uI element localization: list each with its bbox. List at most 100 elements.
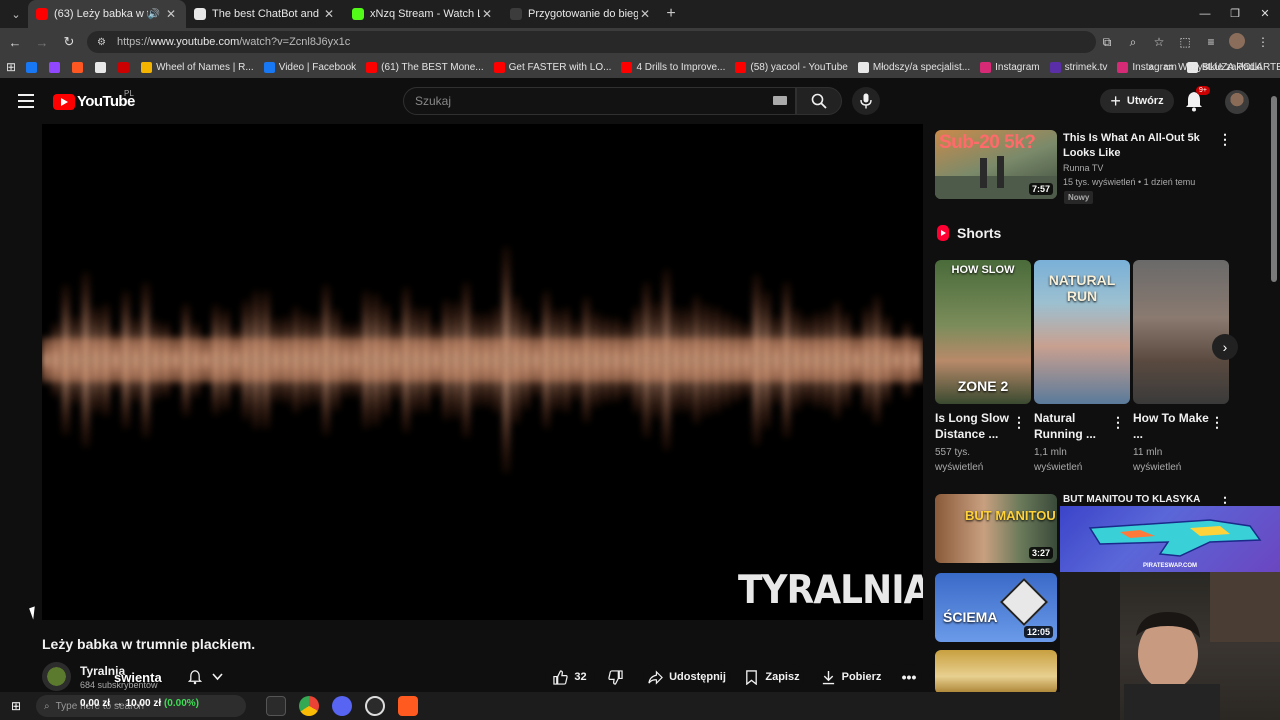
bookmark-star-icon[interactable]: ☆ <box>1148 35 1170 49</box>
bookmark-item[interactable] <box>49 61 64 73</box>
search-input[interactable]: Szukaj <box>403 87 796 115</box>
short-thumbnail[interactable] <box>1133 260 1229 404</box>
tab-close-icon[interactable]: ✕ <box>480 7 494 21</box>
zoom-icon[interactable]: ⌕ <box>1122 35 1144 50</box>
recommendation-title[interactable]: This Is What An All-Out 5k Looks Like <box>1063 131 1213 161</box>
bookmark-item[interactable]: Młodszy/a specjalist... <box>857 61 970 73</box>
download-button[interactable]: Pobierz <box>817 664 885 690</box>
back-icon[interactable]: ← <box>3 30 27 54</box>
bookmark-item[interactable]: Wheel of Names | R... <box>141 61 254 73</box>
channel-watermark: TYRALNIA <box>738 568 923 613</box>
install-icon[interactable]: ⧉ <box>1096 35 1118 50</box>
dislike-button[interactable] <box>600 664 630 690</box>
address-bar[interactable]: ⚙ https://www.youtube.com/watch?v=Zcnl8J… <box>86 31 1097 53</box>
reload-icon[interactable]: ↻ <box>57 30 81 54</box>
bookmark-item[interactable]: 4 Drills to Improve... <box>621 61 725 73</box>
create-button[interactable]: + Utwórz <box>1100 89 1174 113</box>
browser-menu-icon[interactable]: ⋮ <box>1252 35 1274 49</box>
youtube-logo[interactable]: YouTube PL <box>53 89 135 110</box>
tab-search-button[interactable]: ⌄ <box>4 3 28 25</box>
profile-icon[interactable] <box>1226 32 1248 52</box>
short-title[interactable]: How To Make ... <box>1133 410 1213 442</box>
bookmark-item[interactable] <box>72 61 87 73</box>
keyboard-icon[interactable] <box>773 96 787 105</box>
bookmark-label: Instagram <box>995 61 1040 73</box>
sponsor-banner[interactable]: PIRATESWAP.COM <box>1060 506 1280 572</box>
restore-icon[interactable]: ❐ <box>1220 0 1250 28</box>
bookmark-favicon-icon <box>26 61 38 73</box>
recommendation-thumbnail[interactable]: ŚCIEMA 12:05 <box>935 573 1057 642</box>
bookmark-item[interactable]: strimek.tv <box>1049 61 1108 73</box>
all-bookmarks-folder[interactable]: ▭ Wszystkie zakładki <box>1164 62 1262 73</box>
recommendation-channel[interactable]: Runna TV <box>1063 163 1103 173</box>
subscription-bell-button[interactable] <box>180 664 230 690</box>
bookmark-label: Get FASTER with LO... <box>508 61 612 73</box>
bookmark-item[interactable]: (61) The BEST Mone... <box>366 61 484 73</box>
more-vertical-icon[interactable]: ⋮ <box>1012 414 1026 431</box>
windows-start-icon[interactable]: ⊞ <box>0 699 32 713</box>
browser-tab[interactable]: Przygotowanie do biegu ✕ <box>502 0 660 28</box>
more-actions-button[interactable]: ••• <box>896 664 922 690</box>
obs-app-icon[interactable] <box>365 696 385 716</box>
thumbnail-overlay-text: Sub-20 5k? <box>939 132 1036 153</box>
search-button[interactable] <box>796 87 842 115</box>
bookmark-item[interactable]: Instagram <box>980 61 1040 73</box>
chrome-app-icon[interactable] <box>299 696 319 716</box>
like-button[interactable]: 32 <box>545 664 595 690</box>
video-duration: 12:05 <box>1023 626 1053 638</box>
ticker-value-2: 10,00 zł <box>125 698 162 709</box>
bookmark-favicon-icon <box>263 61 275 73</box>
menu-icon[interactable] <box>18 94 34 108</box>
browser-tab[interactable]: (63) Leży babka w trumnie🔊 ✕ <box>28 0 186 28</box>
terminal-app-icon[interactable] <box>266 696 286 716</box>
recommendation-title[interactable]: BUT MANITOU TO KLASYKA <box>1063 494 1200 505</box>
tab-close-icon[interactable]: ✕ <box>164 7 178 21</box>
short-title[interactable]: Is Long Slow Distance ... <box>935 410 1015 442</box>
share-button[interactable]: Udostępnij <box>643 664 731 690</box>
more-vertical-icon[interactable]: ⋮ <box>1218 131 1232 148</box>
taskbar-search[interactable]: ⌕ Type here to search 0,00 zł → 10,00 zł… <box>36 695 246 717</box>
short-thumbnail[interactable]: HOW SLOW ZONE 2 <box>935 260 1031 404</box>
tab-close-icon[interactable]: ✕ <box>638 7 652 21</box>
close-window-icon[interactable]: ✕ <box>1250 0 1280 28</box>
site-info-icon[interactable]: ⚙ <box>97 37 109 48</box>
url-path: /watch?v=Zcnl8J6yx1c <box>239 36 351 48</box>
short-title[interactable]: Natural Running ... <box>1034 410 1114 442</box>
recommendation-thumbnail[interactable] <box>935 650 1057 694</box>
apps-icon[interactable]: ⊞ <box>6 60 16 74</box>
save-button[interactable]: Zapisz <box>740 664 804 690</box>
bookmark-item[interactable] <box>118 61 133 73</box>
discord-app-icon[interactable] <box>332 696 352 716</box>
more-vertical-icon[interactable]: ⋮ <box>1111 414 1125 431</box>
user-avatar[interactable] <box>1225 90 1249 114</box>
channel-avatar[interactable] <box>42 662 71 691</box>
bookmark-item[interactable]: (58) yacool - YouTube <box>735 61 848 73</box>
minimize-icon[interactable]: — <box>1190 0 1220 28</box>
bookmark-item[interactable] <box>95 61 110 73</box>
short-thumbnail[interactable]: NATURAL RUN <box>1034 260 1130 404</box>
taskbar-app-icon[interactable] <box>398 696 418 716</box>
extensions-icon[interactable]: ⬚ <box>1174 35 1196 49</box>
tab-close-icon[interactable]: ✕ <box>322 7 336 21</box>
bookmark-item[interactable] <box>26 61 41 73</box>
recommendation-thumbnail[interactable]: BUT MANITOU 3:27 <box>935 494 1057 563</box>
bookmark-label: strimek.tv <box>1064 61 1108 73</box>
recommendation-thumbnail[interactable]: Sub-20 5k? 7:57 <box>935 130 1057 199</box>
bookmark-item[interactable]: Get FASTER with LO... <box>493 61 612 73</box>
browser-tab[interactable]: The best ChatBot and Widgets✕ <box>186 0 344 28</box>
media-icon[interactable]: ≡ <box>1200 35 1222 49</box>
chevron-right-icon[interactable]: › <box>1212 334 1238 360</box>
tab-audio-icon[interactable]: 🔊 <box>148 9 160 20</box>
more-vertical-icon[interactable]: ⋮ <box>1210 414 1224 431</box>
bookmark-favicon-icon <box>1117 61 1129 73</box>
more-bookmarks-icon[interactable]: » <box>1148 62 1154 73</box>
page-scrollbar[interactable] <box>1271 96 1277 282</box>
voice-search-button[interactable] <box>852 87 880 115</box>
waveform-center-band <box>42 338 923 382</box>
video-player[interactable]: TYRALNIA <box>42 124 923 620</box>
tab-favicon-icon <box>352 8 364 20</box>
browser-tab[interactable]: xNzq Stream - Watch Live on K✕ <box>344 0 502 28</box>
forward-icon[interactable]: → <box>30 30 54 54</box>
new-tab-button[interactable]: + <box>660 5 682 23</box>
bookmark-item[interactable]: Video | Facebook <box>263 61 356 73</box>
